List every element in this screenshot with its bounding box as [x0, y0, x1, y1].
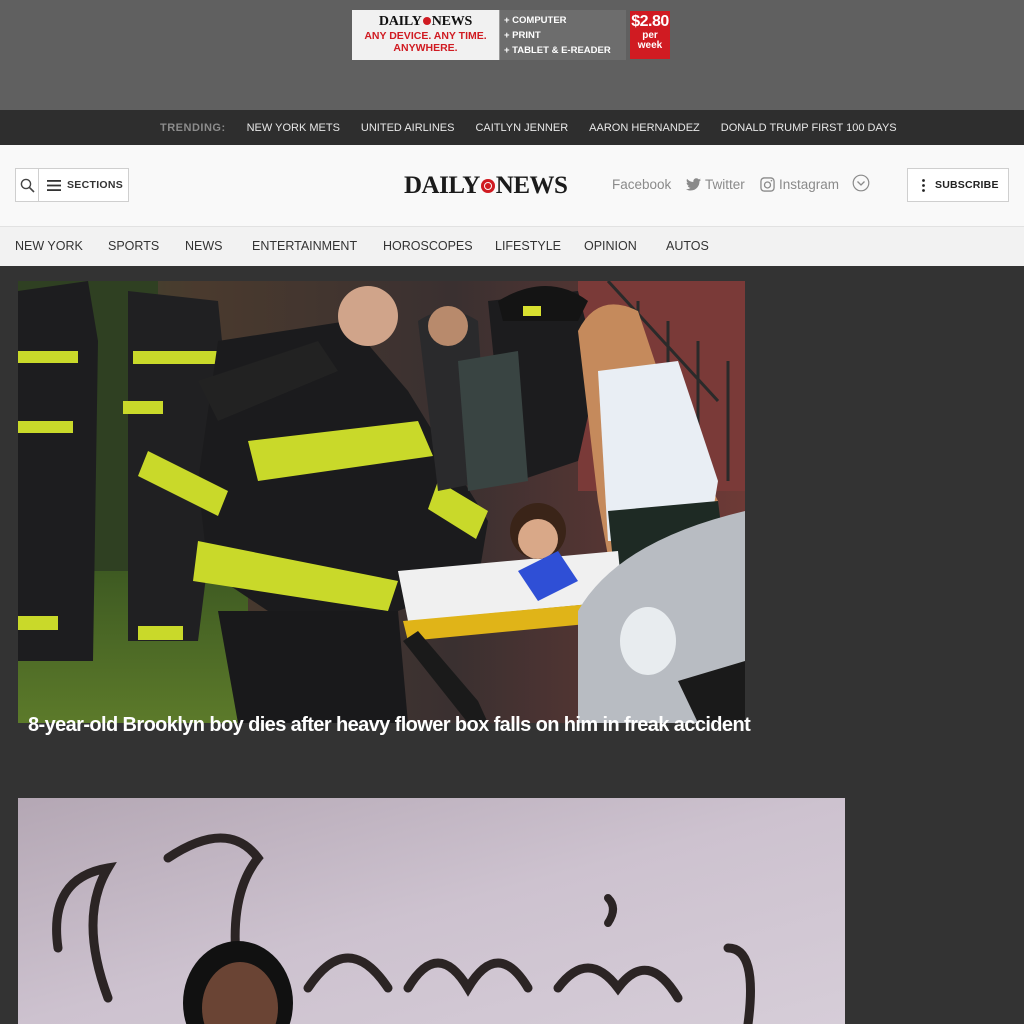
nav-item-new-york[interactable]: NEW YORK — [15, 227, 83, 266]
twitter-label: Twitter — [705, 176, 745, 192]
twitter-icon — [686, 177, 701, 190]
hamburger-icon — [47, 179, 61, 191]
trending-link-mets[interactable]: NEW YORK METS — [247, 122, 340, 134]
ad-brand-panel: DAILY NEWS ANY DEVICE. ANY TIME. ANYWHERE… — [352, 10, 500, 60]
nav-item-news[interactable]: NEWS — [185, 227, 223, 266]
firefighters-photo — [18, 281, 745, 723]
trending-list: TRENDING: NEW YORK METS UNITED AIRLINES … — [160, 110, 918, 145]
ad-tagline-2: ANYWHERE. — [393, 42, 458, 54]
vertical-dots-icon — [922, 178, 925, 192]
second-story-image[interactable] — [18, 798, 845, 1024]
subscribe-label: SUBSCRIBE — [935, 179, 999, 191]
more-social-button[interactable] — [852, 174, 870, 197]
trending-link-united[interactable]: UNITED AIRLINES — [361, 122, 455, 134]
site-logo[interactable]: DAILY NEWS — [404, 171, 618, 201]
instagram-label: Instagram — [779, 176, 840, 192]
search-icon — [20, 178, 35, 193]
nav-item-sports[interactable]: SPORTS — [108, 227, 159, 266]
womens-event-photo — [18, 798, 845, 1024]
logo-dot — [480, 178, 495, 193]
sections-menu-button[interactable]: SECTIONS — [38, 168, 129, 202]
top-ad-banner: DAILY NEWS ANY DEVICE. ANY TIME. ANYWHERE… — [0, 0, 1024, 110]
subscription-ad[interactable]: DAILY NEWS ANY DEVICE. ANY TIME. ANYWHERE… — [352, 10, 672, 60]
nav-item-entertainment[interactable]: ENTERTAINMENT — [252, 227, 357, 266]
logo-part1: DAILY — [404, 172, 480, 199]
lead-story-headline[interactable]: 8-year-old Brooklyn boy dies after heavy… — [28, 714, 751, 737]
instagram-link[interactable]: Instagram — [760, 173, 839, 195]
lead-story-image[interactable] — [18, 281, 745, 723]
ad-feature-print: + PRINT — [504, 30, 541, 41]
nav-item-lifestyle[interactable]: LIFESTYLE — [495, 227, 561, 266]
ad-logo-part2: NEWS — [431, 14, 473, 29]
nav-item-autos[interactable]: AUTOS — [666, 227, 709, 266]
ad-logo-part1: DAILY — [378, 14, 422, 29]
facebook-label: Facebook — [612, 176, 672, 192]
site-header: SECTIONS DAILY NEWS Facebook Twitter Inst… — [0, 145, 1024, 226]
trending-link-hernandez[interactable]: AARON HERNANDEZ — [589, 122, 700, 134]
ad-feature-computer: + COMPUTER — [504, 15, 567, 26]
trending-link-trump[interactable]: DONALD TRUMP FIRST 100 DAYS — [721, 122, 897, 134]
section-nav: NEW YORK SPORTS NEWS ENTERTAINMENT HOROS… — [0, 226, 1024, 266]
ad-price: $2.80 — [631, 13, 669, 30]
nav-item-horoscopes[interactable]: HOROSCOPES — [383, 227, 473, 266]
ad-price-badge: $2.80 per week — [630, 11, 670, 59]
chevron-down-circle-icon — [852, 174, 870, 192]
ad-tagline-1: ANY DEVICE. ANY TIME. — [364, 30, 487, 42]
trending-label: TRENDING: — [160, 121, 226, 134]
ad-logo: DAILY NEWS — [352, 14, 499, 30]
trending-bar: TRENDING: NEW YORK METS UNITED AIRLINES … — [0, 110, 1024, 145]
trending-link-jenner[interactable]: CAITLYN JENNER — [475, 122, 568, 134]
twitter-link[interactable]: Twitter — [686, 173, 745, 195]
sections-label: SECTIONS — [67, 179, 124, 191]
ad-price-week: week — [637, 40, 663, 51]
ad-logo-dot — [422, 17, 431, 26]
facebook-link[interactable]: Facebook — [612, 173, 671, 195]
logo-part2: NEWS — [495, 172, 568, 199]
search-button[interactable] — [15, 168, 39, 202]
nav-item-opinion[interactable]: OPINION — [584, 227, 637, 266]
ad-features: + COMPUTER + PRINT + TABLET & E-READER — [500, 10, 626, 60]
subscribe-button[interactable]: SUBSCRIBE — [907, 168, 1009, 202]
ad-feature-tablet: + TABLET & E-READER — [504, 45, 611, 56]
instagram-icon — [760, 176, 775, 192]
